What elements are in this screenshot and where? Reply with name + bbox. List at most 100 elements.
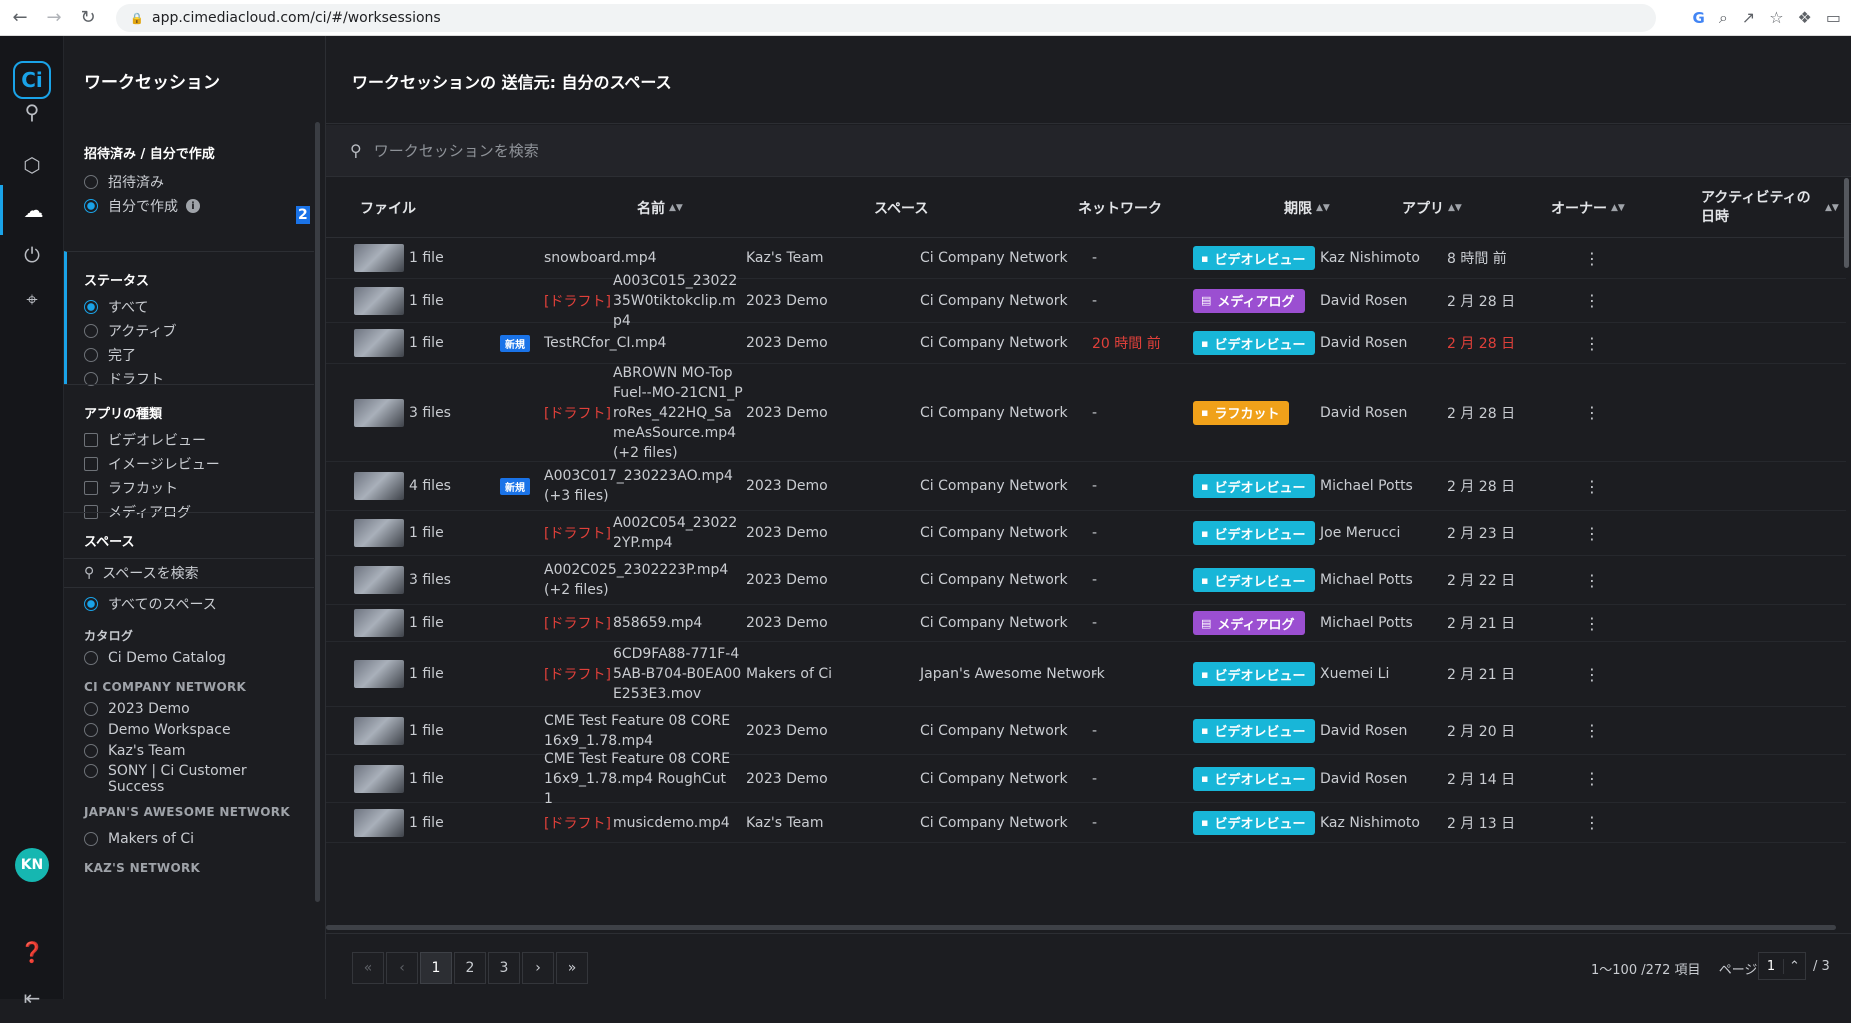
row-menu-icon[interactable]: ⋮ [1584,556,1600,604]
page-button-2[interactable]: 2 [454,952,486,984]
video-thumbnail[interactable] [354,519,404,547]
catalog-cube-icon[interactable]: ⬡ [0,140,64,190]
name-cell[interactable]: A002C025_2302223P.mp4 (+2 files) [544,556,744,604]
search-icon[interactable]: ⚲ [0,87,64,137]
sort-icon[interactable]: ▲▼ [669,203,683,213]
app-type-option-video-review[interactable]: ビデオレビュー [64,428,314,452]
space-search-input[interactable]: ⚲ スペースを検索 [64,558,314,588]
filter-option-created[interactable]: 自分で作成 i [64,194,314,218]
radio-button[interactable] [84,701,98,716]
row-menu-icon[interactable]: ⋮ [1584,605,1600,641]
zoom-icon[interactable]: ⌕ [1719,8,1728,28]
space-option[interactable]: Kaz's Team [64,740,314,761]
row-menu-icon[interactable]: ⋮ [1584,364,1600,461]
prev-page-button[interactable]: ‹ [386,952,418,984]
info-icon[interactable]: i [186,199,200,213]
status-option-all[interactable]: すべて [67,295,314,319]
back-arrow-icon[interactable]: ← [6,4,34,32]
worksession-name[interactable]: musicdemo.mp4 [613,813,743,833]
row-menu-icon[interactable]: ⋮ [1584,803,1600,842]
table-row[interactable]: 1 file [ドラフト] 6CD9FA88-771F-45AB-B704-B0… [326,642,1846,707]
radio-button-selected[interactable] [84,300,98,314]
forward-arrow-icon[interactable]: → [40,4,68,32]
worksession-name[interactable]: A002C054_230222YP.mp4 [613,513,743,553]
status-option-complete[interactable]: 完了 [67,343,314,367]
horizontal-scrollbar[interactable] [326,925,1836,930]
video-thumbnail[interactable] [354,244,404,272]
page-button-1[interactable]: 1 [420,952,452,984]
video-thumbnail[interactable] [354,398,404,427]
panel-scrollbar[interactable] [315,122,320,902]
sort-icon[interactable]: ▲▼ [1611,203,1625,213]
sort-icon[interactable]: ▲▼ [1448,203,1462,213]
video-thumbnail[interactable] [354,566,404,594]
video-thumbnail[interactable] [354,660,404,688]
radio-button[interactable] [84,651,98,665]
google-icon[interactable]: G [1693,9,1705,27]
checkbox[interactable] [84,433,98,447]
space-option[interactable]: Demo Workspace [64,719,314,740]
radio-button-selected[interactable] [84,199,98,213]
sort-icon[interactable]: ▲▼ [1825,199,1839,218]
worksession-name[interactable]: A003C017_230223AO.mp4 (+3 files) [544,466,734,506]
worksession-search-input[interactable]: ⚲ ワークセッションを検索 [326,125,1851,177]
worksession-name[interactable]: TestRCfor_CI.mp4 [544,333,734,353]
column-header-app[interactable]: アプリ ▲▼ [1402,178,1462,238]
table-row[interactable]: 1 file [ドラフト] 858659.mp4 2023 Demo Ci Co… [326,605,1846,642]
column-header-name[interactable]: 名前 ▲▼ [637,178,683,238]
space-option-all[interactable]: すべてのスペース [64,592,314,616]
status-option-active[interactable]: アクティブ [67,319,314,343]
worksession-name[interactable]: A003C015_2302235W0tiktokclip.mp4 [613,271,743,331]
row-menu-icon[interactable]: ⋮ [1584,642,1600,706]
table-row[interactable]: 1 file CME Test Feature 08 CORE 16x9_1.7… [326,751,1846,807]
name-cell[interactable]: TestRCfor_CI.mp4 [544,323,744,363]
video-thumbnail[interactable] [354,329,404,357]
next-page-button[interactable]: › [522,952,554,984]
filter-option-invited[interactable]: 招待済み [64,170,314,194]
worksession-cloud-icon[interactable]: ☁ [0,185,64,235]
column-header-activity[interactable]: アクティビティの日時 ▲▼ [1701,178,1841,238]
app-type-option-roughcut[interactable]: ラフカット [64,476,314,500]
name-cell[interactable]: A003C017_230223AO.mp4 (+3 files) [544,462,744,510]
video-thumbnail[interactable] [354,764,404,793]
worksession-name[interactable]: 858659.mp4 [613,613,743,633]
table-row[interactable]: 1 file [ドラフト] musicdemo.mp4 Kaz's Team C… [326,803,1846,843]
radio-button[interactable] [84,324,98,338]
address-bar[interactable]: 🔒 app.cimediacloud.com/ci/#/worksessions [116,3,1656,32]
row-menu-icon[interactable]: ⋮ [1584,707,1600,754]
app-type-option-image-review[interactable]: イメージレビュー [64,452,314,476]
video-thumbnail[interactable] [354,472,404,500]
table-row[interactable]: 1 file [ドラフト] A002C054_230222YP.mp4 2023… [326,511,1846,556]
name-cell[interactable]: CME Test Feature 08 CORE 16x9_1.78.mp4 R… [544,751,744,807]
row-menu-icon[interactable]: ⋮ [1584,462,1600,510]
chevron-up-icon[interactable]: ⌃ [1783,958,1805,974]
row-menu-icon[interactable]: ⋮ [1584,238,1600,278]
table-row[interactable]: 4 files 新規 A003C017_230223AO.mp4 (+3 fil… [326,462,1846,511]
table-row[interactable]: 3 files A002C025_2302223P.mp4 (+2 files)… [326,556,1846,605]
table-row[interactable]: 1 file [ドラフト] A003C015_2302235W0tiktokcl… [326,273,1846,329]
radio-button[interactable] [84,743,98,758]
radio-button-selected[interactable] [84,597,98,611]
video-thumbnail[interactable] [354,609,404,637]
side-panel-icon[interactable]: ▭ [1826,8,1841,27]
sort-icon[interactable]: ▲▼ [1316,203,1330,213]
worksession-name[interactable]: 6CD9FA88-771F-45AB-B704-B0EA00E253E3.mov [613,644,743,704]
last-page-button[interactable]: » [556,952,588,984]
row-menu-icon[interactable]: ⋮ [1584,755,1600,802]
checkbox[interactable] [84,481,98,495]
bookmark-star-icon[interactable]: ☆ [1769,8,1783,27]
checkbox[interactable] [84,457,98,471]
name-cell[interactable]: CME Test Feature 08 CORE 16x9_1.78.mp4 [544,707,744,754]
radio-button[interactable] [84,832,98,846]
row-menu-icon[interactable]: ⋮ [1584,511,1600,555]
table-row[interactable]: 1 file snowboard.mp4 Kaz's Team Ci Compa… [326,238,1846,279]
help-icon[interactable]: ❓ [0,927,64,977]
worksession-name[interactable]: ABROWN MO-Top Fuel--MO-21CN1_ProRes_422H… [613,363,743,463]
worksession-name[interactable]: snowboard.mp4 [544,248,734,268]
column-header-deadline[interactable]: 期限 ▲▼ [1284,178,1330,238]
worksession-name[interactable]: CME Test Feature 08 CORE 16x9_1.78.mp4 R… [544,749,734,809]
page-number-input[interactable]: 1 ⌃ [1758,952,1806,980]
row-menu-icon[interactable]: ⋮ [1584,279,1600,322]
video-thumbnail[interactable] [354,716,404,745]
radio-button[interactable] [84,175,98,189]
